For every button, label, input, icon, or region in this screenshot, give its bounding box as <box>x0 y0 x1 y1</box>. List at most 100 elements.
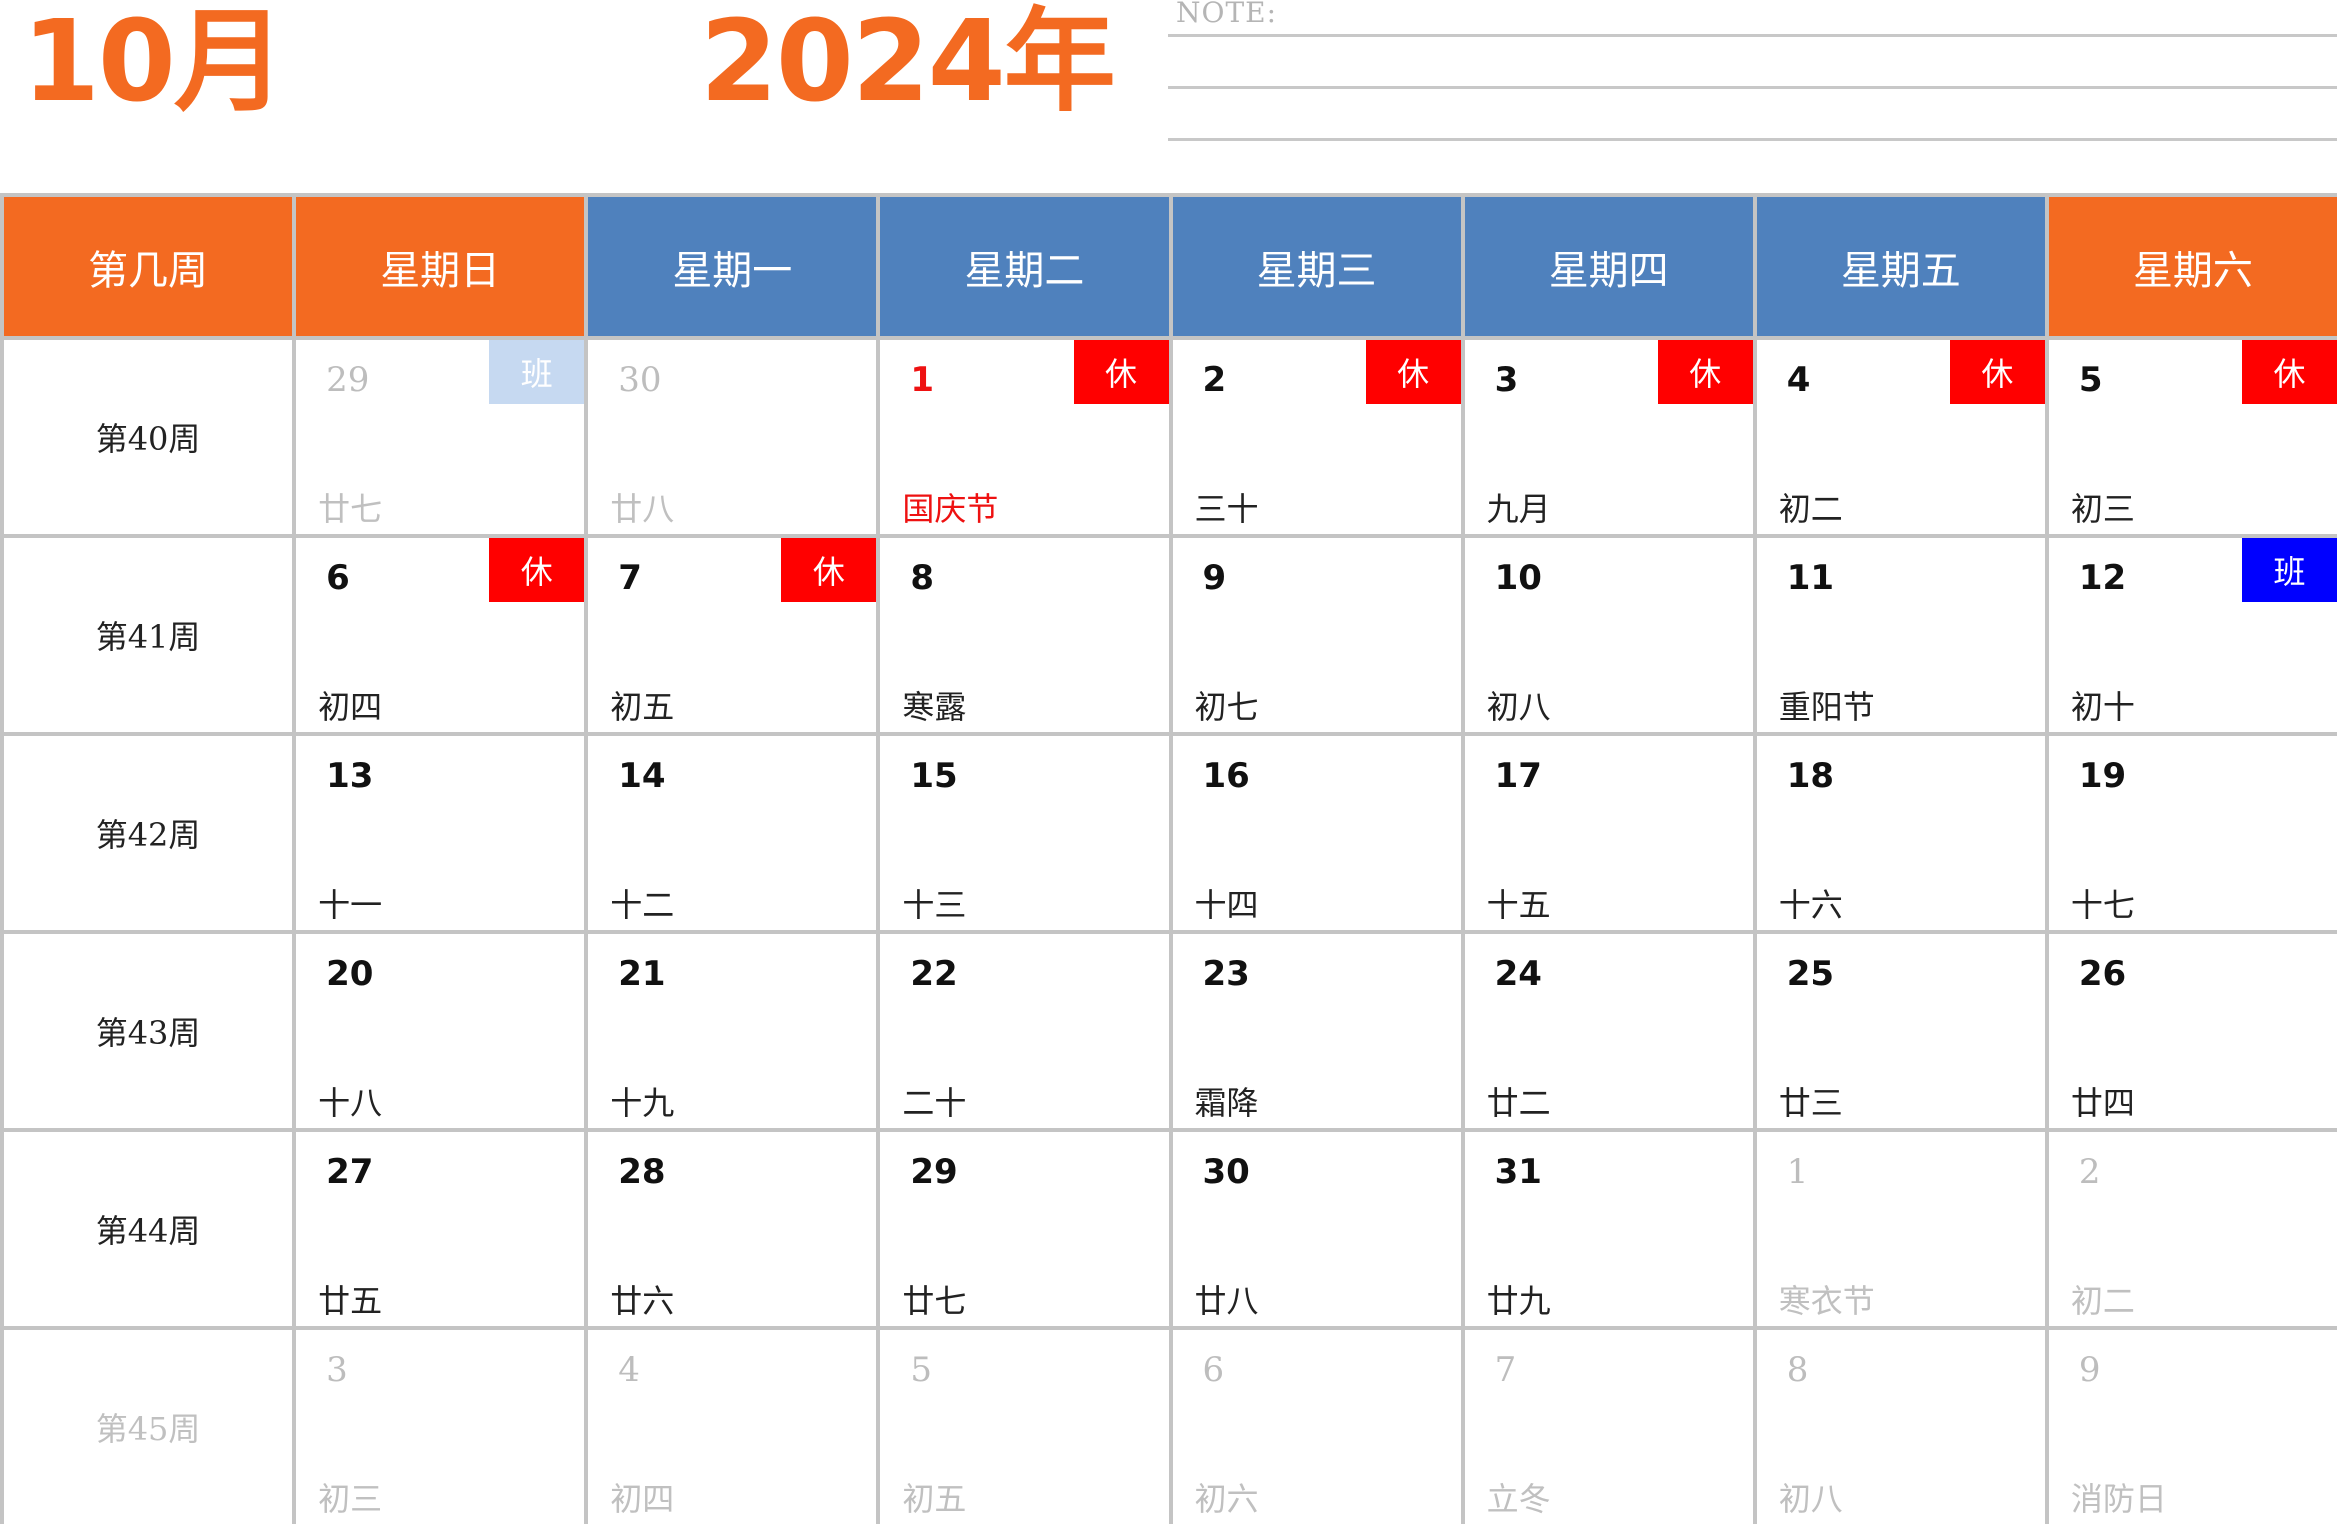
day-number: 23 <box>1202 954 1250 994</box>
day-number: 28 <box>618 1152 666 1192</box>
day-cell[interactable]: 12 初十 班 <box>2048 538 2337 732</box>
day-cell[interactable]: 21 十九 <box>588 934 877 1128</box>
day-number: 20 <box>326 954 374 994</box>
day-number: 27 <box>326 1152 374 1192</box>
holiday-rest-badge: 休 <box>1073 340 1169 404</box>
day-number: 1 <box>1786 1152 1809 1192</box>
column-header: 星期一 <box>588 197 877 336</box>
lunar-date: 重阳节 <box>1778 688 1875 726</box>
day-number: 13 <box>326 756 374 796</box>
day-cell[interactable]: 9 消防日 <box>2048 1330 2337 1524</box>
lunar-date: 初八 <box>1778 1480 1843 1518</box>
day-cell[interactable]: 10 初八 <box>1464 538 1753 732</box>
day-cell[interactable]: 31 廿九 <box>1464 1132 1753 1326</box>
day-cell[interactable]: 24 廿二 <box>1464 934 1753 1128</box>
lunar-date: 廿六 <box>610 1282 675 1320</box>
day-cell[interactable]: 3 九月 休 <box>1464 340 1753 534</box>
day-cell[interactable]: 19 十七 <box>2048 736 2337 930</box>
day-cell[interactable]: 16 十四 <box>1172 736 1461 930</box>
workday-badge: 班 <box>2242 538 2337 602</box>
day-cell[interactable]: 1 寒衣节 <box>1756 1132 2045 1326</box>
day-number: 31 <box>1494 1152 1542 1192</box>
lunar-date: 寒衣节 <box>1778 1282 1875 1320</box>
column-header: 星期五 <box>1756 197 2045 336</box>
day-number: 9 <box>2078 1350 2101 1390</box>
day-cell[interactable]: 23 霜降 <box>1172 934 1461 1128</box>
lunar-date: 初四 <box>610 1480 675 1518</box>
day-cell[interactable]: 9 初七 <box>1172 538 1461 732</box>
day-cell[interactable]: 5 初五 <box>880 1330 1169 1524</box>
lunar-date: 立冬 <box>1486 1480 1551 1518</box>
day-cell[interactable]: 11 重阳节 <box>1756 538 2045 732</box>
day-cell[interactable]: 7 初五 休 <box>588 538 877 732</box>
day-cell[interactable]: 30 廿八 <box>588 340 877 534</box>
day-number: 30 <box>618 360 662 400</box>
lunar-date: 十四 <box>1194 886 1259 924</box>
day-cell[interactable]: 2 三十 休 <box>1172 340 1461 534</box>
day-cell[interactable]: 29 廿七 班 <box>296 340 585 534</box>
day-number: 11 <box>1786 558 1835 598</box>
lunar-date: 十一 <box>318 886 383 924</box>
day-cell[interactable]: 15 十三 <box>880 736 1169 930</box>
day-cell[interactable]: 20 十八 <box>296 934 585 1128</box>
day-number: 2 <box>1202 360 1227 400</box>
day-number: 4 <box>1786 360 1811 400</box>
day-number: 5 <box>910 1350 933 1390</box>
lunar-date: 九月 <box>1486 490 1551 528</box>
day-cell[interactable]: 28 廿六 <box>588 1132 877 1326</box>
week-label: 第41周 <box>4 538 293 732</box>
holiday-rest-badge: 休 <box>489 538 585 602</box>
day-number: 15 <box>910 756 958 796</box>
column-header: 星期四 <box>1464 197 1753 336</box>
column-header: 星期日 <box>296 197 585 336</box>
day-number: 12 <box>2078 558 2127 598</box>
lunar-date: 廿七 <box>318 490 383 528</box>
day-cell[interactable]: 25 廿三 <box>1756 934 2045 1128</box>
day-number: 6 <box>326 558 350 598</box>
day-number: 21 <box>618 954 666 994</box>
day-cell[interactable]: 2 初二 <box>2048 1132 2337 1326</box>
week-label: 第42周 <box>4 736 293 930</box>
day-cell[interactable]: 29 廿七 <box>880 1132 1169 1326</box>
week-label: 第40周 <box>4 340 293 534</box>
day-cell[interactable]: 5 初三 休 <box>2048 340 2337 534</box>
day-number: 7 <box>1494 1350 1517 1390</box>
month-title: 10月 <box>22 0 286 127</box>
lunar-date: 初十 <box>2070 688 2135 726</box>
day-cell[interactable]: 26 廿四 <box>2048 934 2337 1128</box>
lunar-date: 霜降 <box>1194 1084 1259 1122</box>
day-number: 3 <box>1494 360 1519 400</box>
lunar-date: 初三 <box>2070 490 2135 528</box>
day-cell[interactable]: 18 十六 <box>1756 736 2045 930</box>
day-cell[interactable]: 7 立冬 <box>1464 1330 1753 1524</box>
week-label: 第44周 <box>4 1132 293 1326</box>
day-number: 5 <box>2078 360 2103 400</box>
lunar-date: 三十 <box>1194 490 1259 528</box>
day-cell[interactable]: 22 二十 <box>880 934 1169 1128</box>
day-cell[interactable]: 3 初三 <box>296 1330 585 1524</box>
column-header: 第几周 <box>4 197 293 336</box>
column-header: 星期二 <box>880 197 1169 336</box>
day-cell[interactable]: 13 十一 <box>296 736 585 930</box>
holiday-rest-badge: 休 <box>1949 340 2045 404</box>
day-number: 14 <box>618 756 666 796</box>
day-cell[interactable]: 4 初二 休 <box>1756 340 2045 534</box>
day-cell[interactable]: 6 初六 <box>1172 1330 1461 1524</box>
day-cell[interactable]: 8 初八 <box>1756 1330 2045 1524</box>
day-cell[interactable]: 1 国庆节 休 <box>880 340 1169 534</box>
lunar-date: 十五 <box>1486 886 1551 924</box>
lunar-date: 廿五 <box>318 1282 383 1320</box>
day-number: 25 <box>1786 954 1835 994</box>
day-cell[interactable]: 6 初四 休 <box>296 538 585 732</box>
day-cell[interactable]: 27 廿五 <box>296 1132 585 1326</box>
day-number: 9 <box>1202 558 1227 598</box>
day-cell[interactable]: 4 初四 <box>588 1330 877 1524</box>
day-cell[interactable]: 30 廿八 <box>1172 1132 1461 1326</box>
lunar-date: 十六 <box>1778 886 1843 924</box>
day-cell[interactable]: 8 寒露 <box>880 538 1169 732</box>
lunar-date: 初四 <box>318 688 383 726</box>
day-cell[interactable]: 14 十二 <box>588 736 877 930</box>
week-label: 第43周 <box>4 934 293 1128</box>
day-cell[interactable]: 17 十五 <box>1464 736 1753 930</box>
lunar-date: 初三 <box>318 1480 383 1518</box>
